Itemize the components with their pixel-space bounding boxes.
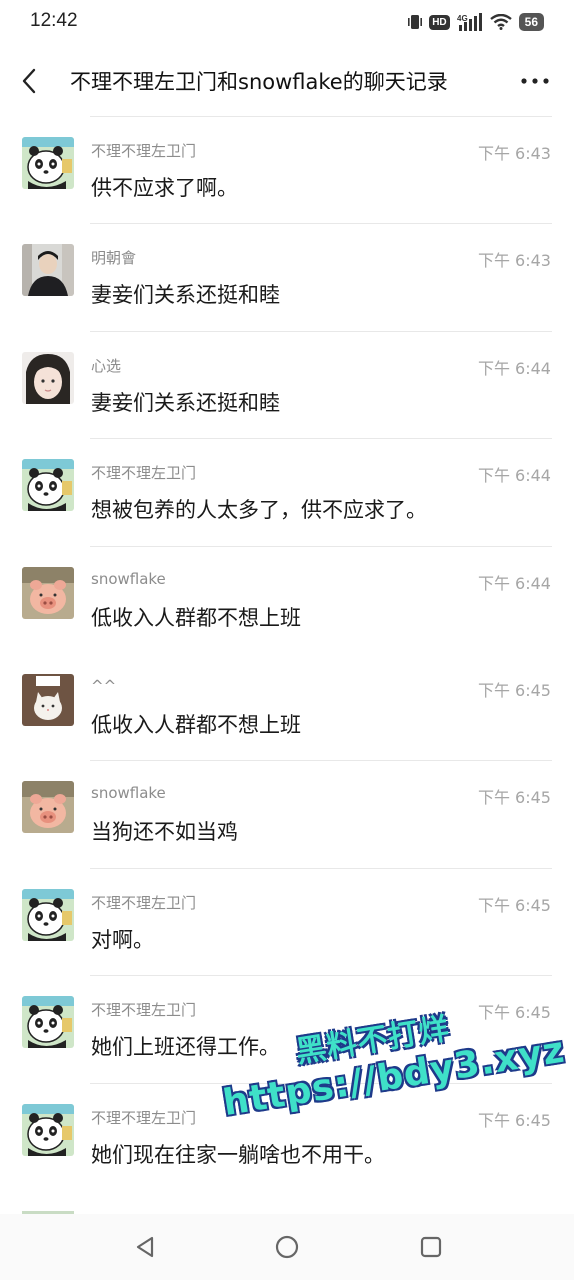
- sender-name: 明朝會: [91, 249, 137, 268]
- chat-history-list[interactable]: 不理不理左卫门 下午 6:43 供不应求了啊。 明朝會 下午 6:43 妻妾们关…: [0, 116, 574, 1190]
- avatar[interactable]: [22, 567, 74, 619]
- list-item[interactable]: 明朝會 下午 6:43 妻妾们关系还挺和睦: [0, 223, 574, 330]
- cat-avatar-icon: [22, 674, 74, 726]
- list-item[interactable]: 不理不理左卫门 下午 6:45 对啊。: [0, 867, 574, 975]
- chat-history-header: 不理不理左卫门和snowflake的聊天记录: [0, 52, 574, 110]
- pig-avatar-icon: [22, 781, 74, 833]
- sender-name: 不理不理左卫门: [91, 464, 197, 483]
- wifi-icon: [489, 14, 512, 30]
- sender-name: 不理不理左卫门: [91, 893, 197, 912]
- avatar[interactable]: [22, 996, 74, 1048]
- avatar[interactable]: [22, 1104, 74, 1156]
- message-time: 下午 6:44: [477, 573, 551, 593]
- panda-avatar-icon: [22, 137, 74, 189]
- signal-icon: 4G: [457, 13, 482, 31]
- avatar[interactable]: [22, 889, 74, 941]
- girl-avatar-icon: [22, 352, 74, 404]
- list-item[interactable]: 不理不理左卫门 下午 6:45 她们上班还得工作。: [0, 975, 574, 1082]
- panda-avatar-icon: [22, 889, 74, 941]
- list-item[interactable]: snowflake 下午 6:45 当狗还不如当鸡: [0, 760, 574, 867]
- status-time: 12:42: [30, 10, 78, 31]
- avatar[interactable]: [22, 352, 74, 404]
- avatar[interactable]: [22, 244, 74, 296]
- message-text: 对啊。: [91, 927, 154, 952]
- message-time: 下午 6:45: [477, 895, 551, 915]
- avatar[interactable]: [22, 459, 74, 511]
- pig-avatar-icon: [22, 567, 74, 619]
- message-time: 下午 6:45: [477, 788, 551, 808]
- avatar[interactable]: [22, 137, 74, 189]
- battery-icon: 56: [518, 13, 544, 31]
- person-avatar-icon: [22, 244, 74, 296]
- panda-avatar-icon: [22, 996, 74, 1048]
- nav-back-icon[interactable]: [132, 1234, 158, 1260]
- message-text: 妻妾们关系还挺和睦: [91, 283, 280, 308]
- message-time: 下午 6:44: [477, 358, 551, 378]
- divider: [90, 116, 552, 117]
- back-chevron-icon[interactable]: [18, 66, 40, 96]
- message-text: 妻妾们关系还挺和睦: [91, 390, 280, 415]
- message-time: 下午 6:43: [477, 251, 551, 271]
- message-text: 供不应求了啊。: [91, 176, 238, 200]
- panda-avatar-icon: [22, 459, 74, 511]
- list-item[interactable]: 心选 下午 6:44 妻妾们关系还挺和睦: [0, 330, 574, 438]
- divider: [90, 867, 552, 869]
- avatar[interactable]: [22, 781, 74, 833]
- divider: [90, 330, 552, 332]
- message-time: 下午 6:43: [477, 144, 551, 163]
- list-item[interactable]: ^^ 下午 6:45 低收入人群都不想上班: [0, 653, 574, 760]
- sender-name: ^^: [91, 676, 117, 695]
- hd-icon: HD: [429, 14, 450, 30]
- message-text: 她们现在往家一躺啥也不用干。: [91, 1142, 385, 1167]
- panda-avatar-icon: [22, 1104, 74, 1156]
- list-item[interactable]: 不理不理左卫门 下午 6:45 她们现在往家一躺啥也不用干。: [0, 1082, 574, 1190]
- divider: [90, 1082, 552, 1084]
- divider: [90, 760, 552, 762]
- sender-name: 心选: [91, 356, 122, 375]
- sender-name: 不理不理左卫门: [91, 142, 197, 160]
- message-time: 下午 6:44: [477, 466, 551, 486]
- message-time: 下午 6:45: [477, 1003, 551, 1023]
- sender-name: 不理不理左卫门: [91, 1001, 197, 1020]
- message-text: 低收入人群都不想上班: [91, 605, 301, 630]
- status-bar: 12:42 HD 4G 56: [0, 0, 574, 44]
- list-item[interactable]: 不理不理左卫门 下午 6:43 供不应求了啊。: [0, 116, 574, 223]
- message-time: 下午 6:45: [477, 680, 551, 700]
- page-title: 不理不理左卫门和snowflake的聊天记录: [70, 70, 448, 94]
- list-item[interactable]: snowflake 下午 6:44 低收入人群都不想上班: [0, 545, 574, 653]
- sender-name: snowflake: [91, 569, 166, 588]
- sender-name: 不理不理左卫门: [91, 1108, 197, 1127]
- message-time: 下午 6:45: [477, 1110, 551, 1130]
- sender-name: snowflake: [91, 784, 166, 803]
- message-text: 她们上班还得工作。: [91, 1035, 280, 1060]
- system-nav-bar: [0, 1214, 574, 1280]
- network-type-label: 4G: [457, 14, 468, 23]
- list-item[interactable]: 不理不理左卫门 下午 6:44 想被包养的人太多了，供不应求了。: [0, 438, 574, 545]
- message-text: 当狗还不如当鸡: [91, 820, 238, 845]
- status-icons: HD 4G 56: [408, 12, 544, 32]
- vibrate-icon: [408, 15, 423, 29]
- divider: [90, 975, 552, 977]
- nav-recent-icon[interactable]: [418, 1234, 444, 1260]
- nav-home-icon[interactable]: [274, 1234, 300, 1260]
- divider: [90, 438, 552, 440]
- divider: [90, 223, 552, 225]
- more-dots-icon[interactable]: [520, 68, 550, 94]
- avatar[interactable]: [22, 674, 74, 726]
- message-text: 想被包养的人太多了，供不应求了。: [91, 498, 427, 523]
- divider: [90, 545, 552, 547]
- message-text: 低收入人群都不想上班: [91, 712, 301, 737]
